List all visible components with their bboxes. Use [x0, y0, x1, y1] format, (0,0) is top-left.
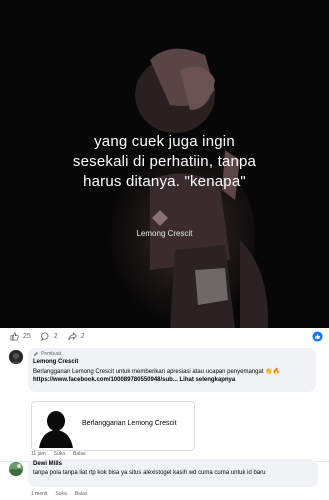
author-badge: Pembuat	[33, 351, 61, 357]
avatar-image	[9, 462, 23, 476]
author-avatar[interactable]	[9, 462, 23, 476]
comment-icon	[40, 332, 49, 341]
comment-time: 1 menit	[31, 491, 48, 497]
comment-link[interactable]: https://www.facebook.com/100089780550948…	[33, 377, 178, 383]
author-avatar[interactable]	[9, 350, 23, 364]
post-quote: yang cuek juga ingin sesekali di perhati…	[0, 132, 329, 192]
comment-author[interactable]: Dewi Mills	[33, 461, 62, 467]
post-watermark: Lemong Crescit	[136, 229, 193, 238]
like-badge-icon[interactable]	[312, 331, 323, 342]
reply-comment-button[interactable]: Balas	[75, 491, 88, 497]
see-more-link[interactable]: Lihat selengkapnya	[180, 377, 236, 383]
quote-line-3: harus ditanya. "kenapa"	[83, 173, 246, 190]
like-comment-button[interactable]: Suka	[54, 451, 65, 457]
share-arrow-icon	[68, 332, 77, 341]
post-image[interactable]: yang cuek juga ingin sesekali di perhati…	[0, 0, 329, 328]
reactions-bar: 25 2 2	[0, 328, 329, 345]
author-badge-label: Pembuat	[41, 351, 62, 357]
comment-meta: 1 menit Suka Balas	[31, 491, 87, 497]
comment-text: Berlangganan Lemong Crescit untuk member…	[33, 368, 311, 384]
comment-body: Berlangganan Lemong Crescit untuk member…	[33, 369, 281, 375]
card-title: Berlangganan Lemong Crescit	[82, 420, 177, 427]
thumbs-up-icon	[10, 332, 19, 341]
card-image	[34, 404, 78, 448]
link-preview-card[interactable]: Berlangganan Lemong Crescit	[31, 401, 195, 451]
card-thumbnail	[34, 404, 78, 448]
reply-comment-button[interactable]: Balas	[73, 451, 86, 457]
comment-text: tanpa pola tanpa liat rtp kok bisa ya si…	[33, 470, 266, 476]
like-reaction[interactable]: 25	[10, 332, 31, 341]
share-reaction[interactable]: 2	[68, 332, 85, 341]
like-count: 25	[23, 333, 31, 340]
comment-bubble: Dewi Mills tanpa pola tanpa liat rtp kok…	[28, 459, 318, 487]
quote-line-2: sesekali di perhatiin, tanpa	[72, 153, 257, 170]
comment-author[interactable]: Lemong Crescit	[33, 359, 78, 365]
quote-line-1: yang cuek juga ingin	[94, 133, 235, 150]
comment-reaction[interactable]: 2	[40, 332, 58, 341]
share-count: 2	[80, 333, 85, 340]
avatar-image	[9, 350, 23, 364]
comment-bubble: Pembuat Lemong Crescit Berlangganan Lemo…	[28, 348, 316, 392]
comment-time: 11 jam	[31, 451, 46, 457]
comment-count: 2	[53, 333, 58, 340]
comment-meta: 11 jam Suka Balas	[31, 451, 86, 457]
like-comment-button[interactable]: Suka	[55, 491, 66, 497]
pencil-icon	[34, 352, 38, 356]
